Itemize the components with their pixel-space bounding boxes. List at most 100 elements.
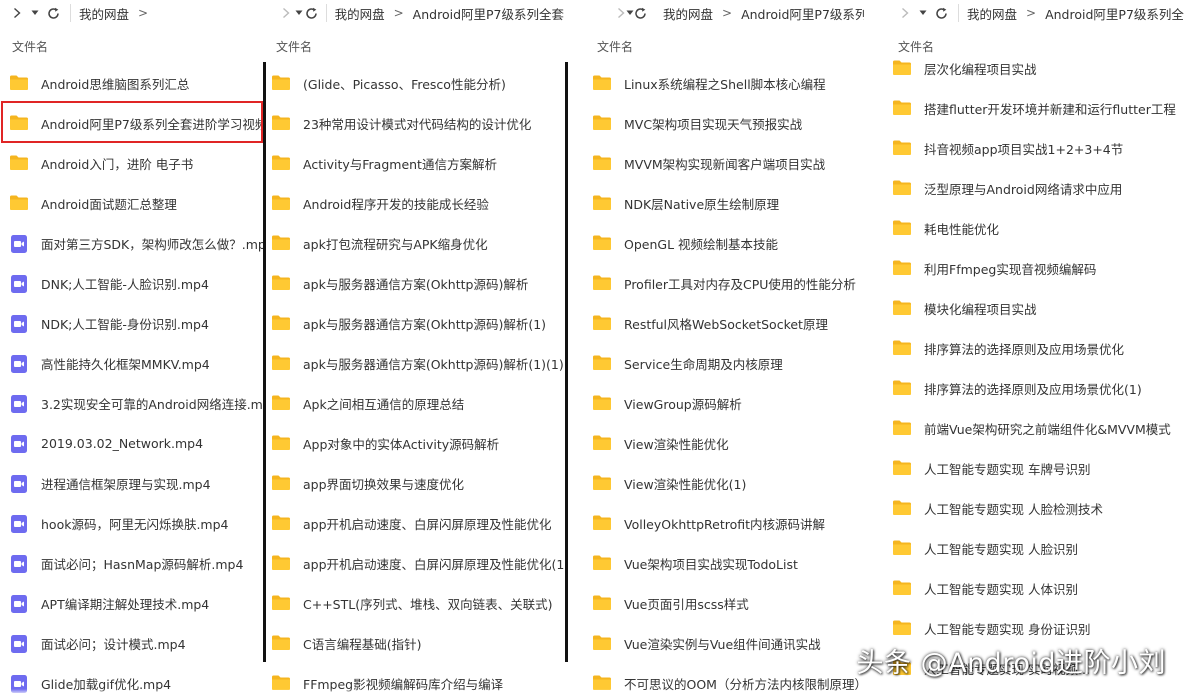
folder-item[interactable]: 泛型原理与Android网络请求中应用 [884,168,1186,208]
folder-item[interactable]: Profiler工具对内存及CPU使用的性能分析 [568,263,864,303]
toolbar-divider [325,4,327,22]
folder-item[interactable]: apk与服务器通信方案(Okhttp源码)解析 [266,263,564,303]
folder-item[interactable]: Restful风格WebSocketSocket原理 [568,303,864,343]
item-label: Linux系统编程之Shell脚本核心编程 [624,76,826,92]
folder-item[interactable]: 层次化编程项目实战 [884,48,1186,88]
folder-icon [271,634,291,652]
caret-down-icon[interactable] [626,3,634,23]
chevron-right-icon[interactable] [616,3,626,23]
folder-item[interactable]: apk与服务器通信方案(Okhttp源码)解析(1)(1) [266,343,564,383]
breadcrumb-item[interactable]: Android阿里P7级系列 [741,4,864,23]
video-file-item[interactable]: hook源码，阿里无闪烁换肤.mp4 [0,503,263,543]
folder-item[interactable]: Android思维脑图系列汇总 [0,63,263,103]
folder-item[interactable]: View渲染性能优化 [568,423,864,463]
folder-item[interactable]: Linux系统编程之Shell脚本核心编程 [568,63,864,103]
folder-item[interactable]: 前端Vue架构研究之前端组件化&MVVM模式 [884,408,1186,448]
refresh-icon[interactable] [932,3,950,23]
folder-item[interactable]: Vue页面引用scss样式 [568,583,864,623]
caret-down-icon[interactable] [292,3,304,23]
folder-item[interactable]: Android面试题汇总整理 [0,183,263,223]
chevron-right-icon[interactable] [280,3,292,23]
folder-item[interactable]: C++STL(序列式、堆栈、双向链表、关联式) [266,583,564,623]
item-label: Vue架构项目实战实现TodoList [624,556,798,572]
video-file-item[interactable]: APT编译期注解处理技术.mp4 [0,583,263,623]
column-header-filename[interactable]: 文件名 [276,38,312,55]
file-pane: 我的网盘 > Android阿里P7级系列全套 文件名 (Glide、Picasso、F… [266,0,564,695]
video-file-item[interactable]: 进程通信框架原理与实现.mp4 [0,463,263,503]
folder-item[interactable]: Vue渲染实例与Vue组件间通讯实战 [568,623,864,663]
breadcrumb-item[interactable]: 我的网盘 [79,4,129,23]
video-file-item[interactable]: 面试必问；设计模式.mp4 [0,623,263,663]
chevron-right-icon[interactable] [8,3,26,23]
folder-item[interactable]: Vue架构项目实战实现TodoList [568,543,864,583]
video-file-item[interactable]: DNK;人工智能-人脸识别.mp4 [0,263,263,303]
folder-item[interactable]: 搭建flutter开发环境并新建和运行flutter工程 [884,88,1186,128]
folder-item[interactable]: OpenGL 视频绘制基本技能 [568,223,864,263]
folder-item[interactable]: 耗电性能优化 [884,208,1186,248]
folder-icon [592,354,612,372]
folder-item[interactable]: MVVM架构实现新闻客户端项目实战 [568,143,864,183]
breadcrumb-item[interactable]: 我的网盘 [663,4,713,23]
folder-item[interactable]: 人工智能专题实现 车牌号识别 [884,448,1186,488]
folder-item[interactable]: Service生命周期及内核原理 [568,343,864,383]
folder-item[interactable]: Apk之间相互通信的原理总结 [266,383,564,423]
folder-item[interactable]: 排序算法的选择原则及应用场景优化 [884,328,1186,368]
folder-item[interactable]: apk与服务器通信方案(Okhttp源码)解析(1) [266,303,564,343]
folder-item[interactable]: 利用Ffmpeg实现音视频编解码 [884,248,1186,288]
folder-item[interactable]: app开机启动速度、白屏闪屏原理及性能优化(1) [266,543,564,583]
folder-item[interactable]: 排序算法的选择原则及应用场景优化(1) [884,368,1186,408]
caret-down-icon[interactable] [914,3,932,23]
video-file-icon [9,474,29,493]
video-file-item[interactable]: 面对第三方SDK，架构师改怎么做？.mp4 [0,223,263,263]
folder-item[interactable]: 抖音视频app项目实战1+2+3+4节 [884,128,1186,168]
item-label: ViewGroup源码解析 [624,396,742,412]
folder-item[interactable]: Android入门，进阶 电子书 [0,143,263,183]
video-file-icon [9,314,29,333]
breadcrumb-item[interactable]: 我的网盘 [335,4,385,23]
column-header-filename[interactable]: 文件名 [12,38,48,55]
video-file-item[interactable]: NDK;人工智能-身份识别.mp4 [0,303,263,343]
folder-item[interactable]: app开机启动速度、白屏闪屏原理及性能优化 [266,503,564,543]
column-header-filename[interactable]: 文件名 [597,38,633,55]
folder-item[interactable]: MVC架构项目实现天气预报实战 [568,103,864,143]
folder-item[interactable]: View渲染性能优化(1) [568,463,864,503]
folder-item[interactable]: NDK层Native原生绘制原理 [568,183,864,223]
folder-item[interactable]: 人工智能专题实现 人体识别 [884,568,1186,608]
item-label: 排序算法的选择原则及应用场景优化 [924,341,1125,357]
folder-item[interactable]: app界面切换效果与速度优化 [266,463,564,503]
folder-icon [892,619,912,637]
refresh-icon[interactable] [305,3,318,23]
folder-item[interactable]: Activity与Fragment通信方案解析 [266,143,564,183]
item-label: Restful风格WebSocketSocket原理 [624,316,828,332]
chevron-right-icon[interactable] [896,3,914,23]
folder-item[interactable]: 人工智能专题实现 人脸识别 [884,528,1186,568]
breadcrumb-item[interactable]: Android阿里P7级系列全套 [413,4,564,23]
breadcrumb-item[interactable]: Android阿里P7级系列全 [1045,4,1184,23]
folder-item[interactable]: 23种常用设计模式对代码结构的设计优化 [266,103,564,143]
video-file-item[interactable]: 3.2实现安全可靠的Android网络连接.mp4 [0,383,263,423]
folder-icon [271,394,291,412]
breadcrumb-item[interactable]: 我的网盘 [967,4,1017,23]
video-file-icon [9,274,29,293]
folder-item[interactable]: App对象中的实体Activity源码解析 [266,423,564,463]
folder-icon [892,99,912,117]
item-label: Vue页面引用scss样式 [624,596,749,612]
refresh-icon[interactable] [44,3,62,23]
folder-item[interactable]: Android程序开发的技能成长经验 [266,183,564,223]
item-label: hook源码，阿里无闪烁换肤.mp4 [41,516,229,532]
folder-item[interactable]: apk打包流程研究与APK缩身优化 [266,223,564,263]
video-file-item[interactable]: 高性能持久化框架MMKV.mp4 [0,343,263,383]
folder-item[interactable]: C语言编程基础(指针) [266,623,564,663]
folder-item[interactable]: (Glide、Picasso、Fresco性能分析) [266,63,564,103]
video-file-item[interactable]: 面试必问；HasnMap源码解析.mp4 [0,543,263,583]
item-label: app界面切换效果与速度优化 [303,476,465,492]
refresh-icon[interactable] [634,3,647,23]
folder-item[interactable]: ViewGroup源码解析 [568,383,864,423]
video-file-item[interactable]: 2019.03.02_Network.mp4 [0,423,263,463]
caret-down-icon[interactable] [26,3,44,23]
folder-item[interactable]: 模块化编程项目实战 [884,288,1186,328]
folder-icon [271,154,291,172]
folder-item[interactable]: VolleyOkhttpRetrofit内核源码讲解 [568,503,864,543]
folder-item[interactable]: Android阿里P7级系列全套进阶学习视频 [0,103,263,143]
folder-item[interactable]: 人工智能专题实现 人脸检测技术 [884,488,1186,528]
